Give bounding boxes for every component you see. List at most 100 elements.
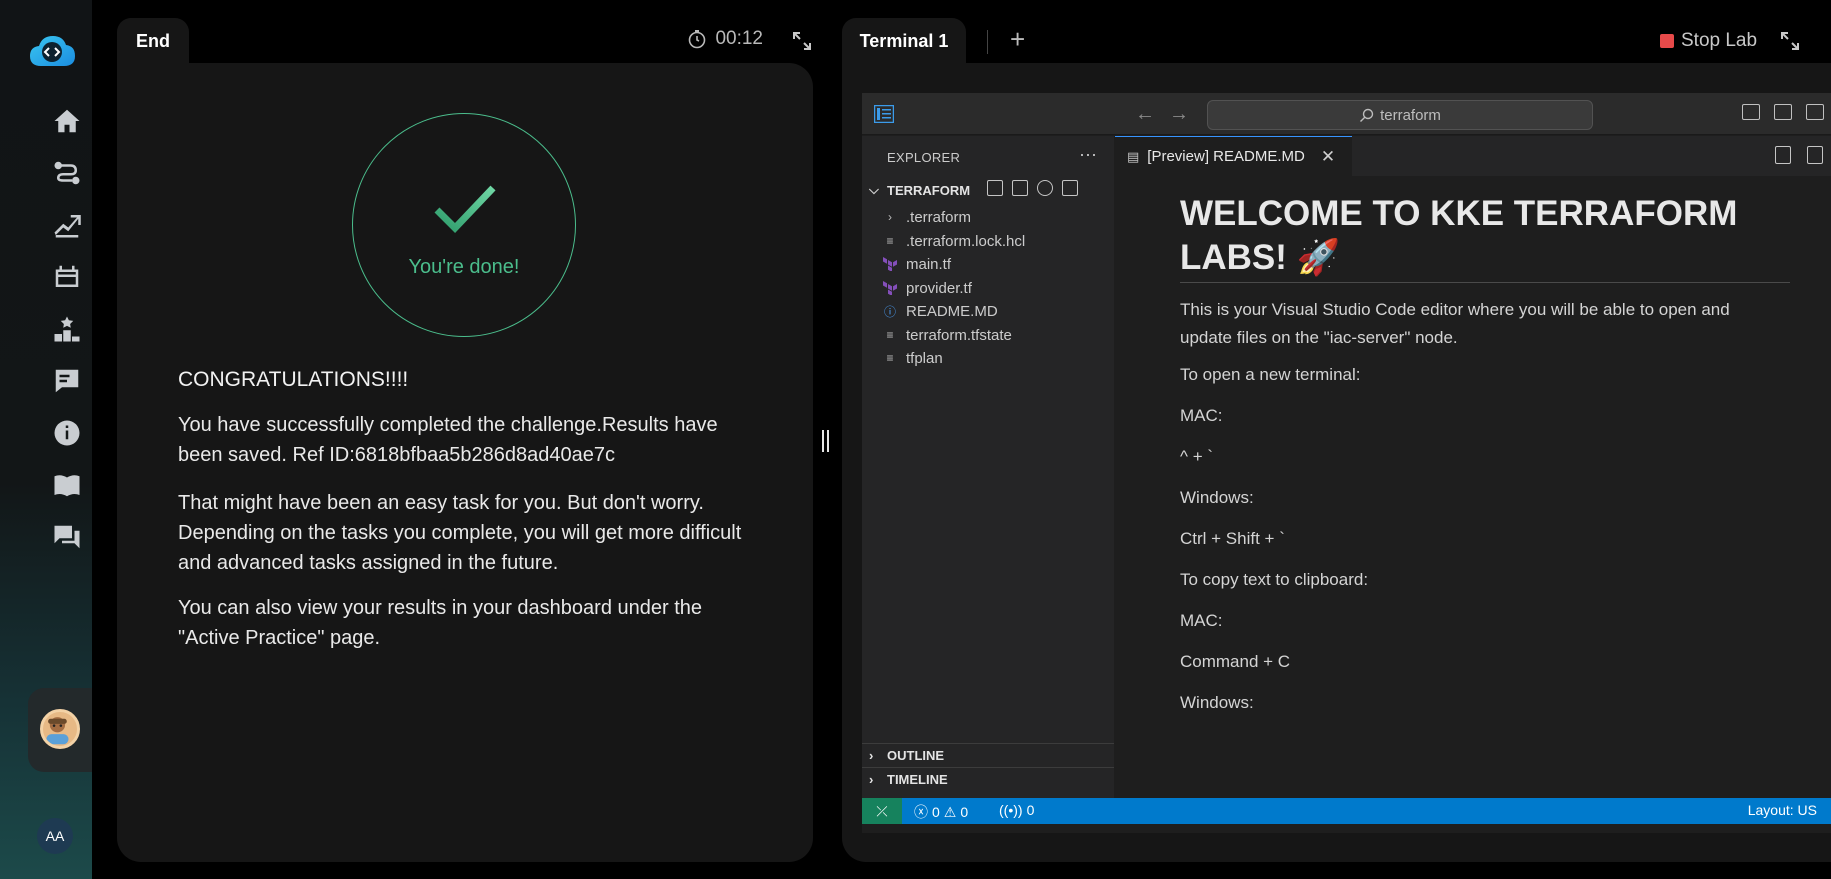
explorer-sidebar: EXPLORER ··· ⌵ TERRAFORM › .terraform ≡ …	[862, 136, 1114, 798]
new-file-icon[interactable]	[987, 180, 1003, 196]
preview-paragraph: MAC:	[1180, 611, 1223, 630]
chat-icon[interactable]	[50, 520, 84, 554]
terraform-icon	[880, 255, 900, 273]
expand-icon[interactable]	[1779, 30, 1801, 52]
preview-heading: WELCOME TO KKE TERRAFORM LABS! 🚀	[1180, 194, 1738, 277]
feedback-icon[interactable]	[50, 364, 84, 398]
end-content: You're done! CONGRATULATIONS!!!! You hav…	[117, 63, 813, 862]
tab-divider	[987, 30, 988, 54]
forward-arrow-icon[interactable]: →	[1169, 103, 1189, 126]
preview-paragraph: To copy text to clipboard:	[1180, 570, 1369, 589]
file-item[interactable]: provider.tf	[880, 277, 972, 299]
preview-paragraph: Windows:	[1180, 488, 1254, 507]
home-icon[interactable]	[50, 104, 84, 138]
collapse-all-icon[interactable]	[1062, 180, 1078, 196]
preview-paragraph: This is your Visual Studio Code editor w…	[1180, 300, 1730, 347]
panel-splitter[interactable]	[822, 430, 830, 452]
done-text: You're done!	[408, 256, 520, 278]
search-icon	[1360, 108, 1374, 122]
ports-indicator[interactable]: ((•)) 0	[999, 802, 1034, 818]
editor-actions	[1775, 146, 1823, 164]
end-panel: End 00:12 You're done! CONGRATULATIONS!!…	[117, 18, 813, 862]
file-item[interactable]: ≡ terraform.tfstate	[880, 324, 1011, 346]
refresh-icon[interactable]	[1037, 180, 1053, 196]
error-icon: ⓧ	[914, 804, 928, 820]
problems-indicator[interactable]: ⓧ 0 ⚠ 0	[914, 802, 968, 822]
expand-icon[interactable]	[791, 30, 813, 52]
chevron-right-icon: ›	[888, 210, 892, 224]
file-lines-icon: ≡	[886, 234, 894, 248]
broadcast-icon: ((•))	[999, 802, 1023, 818]
keyboard-layout[interactable]: Layout: US	[1748, 802, 1817, 818]
stop-icon	[1660, 34, 1674, 48]
folder-actions	[987, 180, 1078, 196]
labs-icon[interactable]	[50, 260, 84, 294]
preview-paragraph: ^ + `	[1180, 447, 1214, 466]
editor-tab-bar: ▤ [Preview] README.MD ✕	[1115, 136, 1831, 176]
leaderboard-icon[interactable]	[50, 312, 84, 346]
checkmark-icon	[434, 185, 496, 234]
customize-layout-icon[interactable]	[1742, 104, 1760, 120]
user-initials-avatar[interactable]: AA	[37, 818, 73, 854]
outline-section[interactable]: › OUTLINE	[862, 743, 1114, 767]
status-bar: ⤫ ⓧ 0 ⚠ 0 ((•)) 0 Layout: US	[862, 798, 1831, 824]
menu-icon[interactable]	[874, 105, 894, 123]
dashboard-message: You can also view your results in your d…	[178, 597, 703, 649]
open-source-icon[interactable]	[1775, 146, 1791, 164]
preview-paragraph: Windows:	[1180, 693, 1254, 712]
file-item[interactable]: main.tf	[880, 253, 951, 275]
congrats-heading: CONGRATULATIONS!!!!	[178, 368, 409, 391]
timer-value: 00:12	[715, 28, 763, 49]
end-tab[interactable]: End	[117, 18, 189, 65]
file-item[interactable]: ⓘ README.MD	[880, 300, 998, 322]
book-icon[interactable]	[50, 468, 84, 502]
preview-paragraph: Ctrl + Shift + `	[1180, 529, 1285, 548]
tab-readme-preview[interactable]: ▤ [Preview] README.MD ✕	[1115, 136, 1352, 176]
search-input[interactable]: terraform	[1207, 100, 1593, 130]
history-nav: ← →	[1135, 103, 1189, 126]
new-folder-icon[interactable]	[1012, 180, 1028, 196]
chevron-right-icon: ›	[869, 772, 874, 787]
search-text: terraform	[1380, 106, 1441, 124]
roadmap-icon[interactable]	[50, 156, 84, 190]
info-icon[interactable]	[50, 416, 84, 450]
terminal-tab[interactable]: Terminal 1	[842, 18, 966, 65]
folder-label: TERRAFORM	[887, 182, 971, 198]
done-badge: You're done!	[352, 113, 576, 337]
warning-icon: ⚠	[943, 803, 957, 820]
timeline-section[interactable]: › TIMELINE	[862, 767, 1114, 791]
preview-paragraph: Command + C	[1180, 652, 1291, 671]
file-item[interactable]: › .terraform	[880, 206, 971, 228]
more-actions-icon[interactable]: ···	[1079, 144, 1097, 165]
avatar[interactable]	[40, 709, 80, 749]
stopwatch-icon	[689, 30, 706, 49]
close-icon[interactable]: ✕	[1321, 147, 1335, 167]
toggle-panel-icon[interactable]	[1806, 104, 1824, 120]
info-message: That might have been an easy task for yo…	[178, 492, 742, 574]
layout-controls	[1742, 104, 1824, 120]
markdown-preview: WELCOME TO KKE TERRAFORM LABS! 🚀 This is…	[1115, 176, 1831, 798]
stop-lab-button[interactable]: Stop Lab	[1660, 30, 1757, 52]
cloud-logo-icon[interactable]	[27, 32, 77, 72]
file-lines-icon: ≡	[886, 328, 894, 342]
chevron-down-icon: ⌵	[869, 182, 879, 197]
explorer-title: EXPLORER	[887, 150, 961, 165]
toggle-sidebar-icon[interactable]	[1774, 104, 1792, 120]
split-editor-icon[interactable]	[1807, 146, 1823, 164]
preview-paragraph: MAC:	[1180, 406, 1223, 425]
file-lines-icon: ≡	[886, 351, 894, 365]
progress-icon[interactable]	[50, 208, 84, 242]
preview-paragraph: To open a new terminal:	[1180, 365, 1361, 384]
timer: 00:12	[687, 28, 763, 50]
file-item[interactable]: ≡ tfplan	[880, 347, 942, 369]
remote-indicator-icon[interactable]: ⤫	[862, 798, 902, 824]
divider	[1180, 282, 1790, 283]
terraform-icon	[880, 279, 900, 297]
file-item[interactable]: ≡ .terraform.lock.hcl	[880, 230, 1025, 252]
chevron-right-icon: ›	[869, 748, 874, 763]
preview-icon: ▤	[1127, 148, 1140, 164]
add-terminal-button[interactable]: +	[1010, 24, 1025, 55]
title-bar: ← → terraform	[862, 93, 1831, 135]
vscode-window: ← → terraform EXPLORER ··· ⌵ TERRAFORM ›…	[862, 93, 1831, 833]
back-arrow-icon[interactable]: ←	[1135, 103, 1155, 126]
